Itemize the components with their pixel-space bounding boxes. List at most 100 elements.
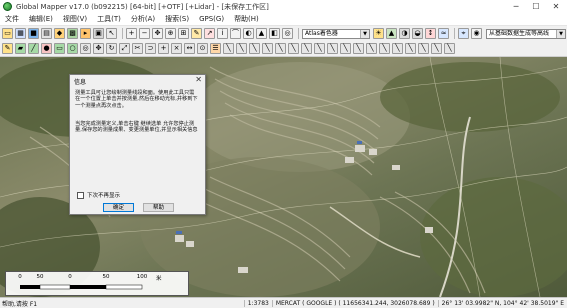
search-input[interactable]: 从基础数据生成等高线 ▼ [486,28,566,39]
line-tool-f-icon[interactable]: ╲ [288,43,299,54]
line-tool-j-icon[interactable]: ╲ [340,43,351,54]
vertical-scale-icon[interactable]: ↕ [425,28,436,39]
attribute-icon[interactable]: ☰ [210,43,221,54]
path-profile-icon[interactable]: ⌒ [230,28,241,39]
gps-target-icon[interactable]: ⌖ [458,28,469,39]
dialog-paragraph-2: 当您完成测量定义,单击右键 继续选单 允许您停止测量,保存您的测量成果、变更测量… [75,121,198,134]
light-icon[interactable]: ☀ [373,28,384,39]
edit-tool-icon[interactable]: ✎ [2,43,13,54]
line-tool-b-icon[interactable]: ╲ [236,43,247,54]
status-scale: 1:3783 [243,299,272,307]
toolbar-separator [454,28,455,39]
line-tool-c-icon[interactable]: ╲ [249,43,260,54]
new-workspace-icon[interactable]: ▦ [15,28,26,39]
config-icon[interactable]: ▣ [93,28,104,39]
menu-view[interactable]: 视图(V) [58,14,92,24]
view-shed-icon[interactable]: ◐ [243,28,254,39]
line-tool-k-icon[interactable]: ╲ [353,43,364,54]
line-tool-d-icon[interactable]: ╲ [262,43,273,54]
snap-icon[interactable]: ⊙ [197,43,208,54]
feature-info-icon[interactable]: i [217,28,228,39]
layer-icon[interactable]: ◆ [54,28,65,39]
measure-icon[interactable]: ↗ [204,28,215,39]
menu-tools[interactable]: 工具(T) [92,14,126,24]
menu-edit[interactable]: 编辑(E) [24,14,58,24]
line-tool-a-icon[interactable]: ╲ [223,43,234,54]
add-vertex-icon[interactable]: + [158,43,169,54]
pan-icon[interactable]: ✥ [152,28,163,39]
split-icon[interactable]: ✂ [132,43,143,54]
pointer-icon[interactable]: ↖ [106,28,117,39]
map-view[interactable]: 信息 ✕ 测量工具可让您绘制测量线段和面。使用此工具只需在一个位置上单击并按测量… [0,57,567,297]
line-tool-r-icon[interactable]: ╲ [444,43,455,54]
zoom-in-icon[interactable]: + [126,28,137,39]
info-dialog: 信息 ✕ 测量工具可让您绘制测量线段和面。使用此工具只需在一个位置上单击并按测量… [69,74,206,215]
shader-select[interactable]: Atlas着色器 ▼ [302,28,370,39]
rotate-feature-icon[interactable]: ↻ [106,43,117,54]
menu-search[interactable]: 搜索(S) [160,14,194,24]
line-tool-e-icon[interactable]: ╲ [275,43,286,54]
3d-view-icon[interactable]: ▲ [256,28,267,39]
maximize-button[interactable]: ☐ [526,0,546,13]
globe-icon [3,2,12,11]
move-feature-icon[interactable]: ✥ [93,43,104,54]
line-tool-h-icon[interactable]: ╲ [314,43,325,54]
export-icon[interactable]: ▸ [80,28,91,39]
line-tool-m-icon[interactable]: ╲ [379,43,390,54]
digitizer-toolbar: ✎ ▰ ╱ ● ▭ ○ ◎ ✥ ↻ ⤢ ✂ ⊃ + × ↔ ⊙ ☰ ╲ ╲ ╲ … [0,41,567,57]
status-help-text: 帮助,请按 F1 [2,300,38,308]
toolbar-separator [122,28,123,39]
checkbox-label: 下次不再显示 [87,193,121,199]
create-point-icon[interactable]: ● [41,43,52,54]
print-icon[interactable]: ▤ [41,28,52,39]
title-bar: Global Mapper v17.0 (b092215) [64-bit] [… [0,0,567,13]
open-folder-icon[interactable]: ▭ [2,28,13,39]
create-rect-icon[interactable]: ▭ [54,43,65,54]
minimize-button[interactable]: ─ [506,0,526,13]
line-tool-g-icon[interactable]: ╲ [301,43,312,54]
move-vertex-icon[interactable]: ↔ [184,43,195,54]
line-tool-p-icon[interactable]: ╲ [418,43,429,54]
help-button[interactable]: 帮助 [143,203,174,212]
line-tool-n-icon[interactable]: ╲ [392,43,403,54]
full-view-icon[interactable]: ⊞ [178,28,189,39]
line-tool-q-icon[interactable]: ╲ [431,43,442,54]
window-title: Global Mapper v17.0 (b092215) [64-bit] [… [16,2,269,11]
close-button[interactable]: ✕ [546,0,566,13]
toolbar-separator [298,28,299,39]
dialog-paragraph-1: 测量工具可让您绘制测量线段和面。使用此工具只需在一个位置上单击并按测量,然后在移… [75,90,198,109]
checkbox-box[interactable] [77,191,84,199]
create-line-icon[interactable]: ╱ [28,43,39,54]
chevron-down-icon: ▼ [360,29,369,38]
contrast-icon[interactable]: ◑ [399,28,410,39]
dialog-close-button[interactable]: ✕ [195,75,202,84]
line-tool-i-icon[interactable]: ╲ [327,43,338,54]
create-range-ring-icon[interactable]: ◎ [80,43,91,54]
image-swipe-icon[interactable]: ◧ [269,28,280,39]
water-level-icon[interactable]: ≈ [438,28,449,39]
dont-show-again-checkbox[interactable]: 下次不再显示 [77,191,120,199]
zoom-box-icon[interactable]: ⊕ [165,28,176,39]
menu-file[interactable]: 文件 [0,14,24,24]
create-circle-icon[interactable]: ○ [67,43,78,54]
create-area-icon[interactable]: ▰ [15,43,26,54]
menu-gps[interactable]: GPS(G) [194,15,229,23]
ok-button[interactable]: 确定 [103,203,134,212]
status-projection: MERCAT ( GOOGLE ) ( 11656341.244, 302607… [271,299,438,307]
tile-icon[interactable]: ▩ [67,28,78,39]
hillshade-icon[interactable]: ◒ [412,28,423,39]
menu-help[interactable]: 帮助(H) [229,14,264,24]
terrain-icon[interactable]: ▲ [386,28,397,39]
delete-vertex-icon[interactable]: × [171,43,182,54]
save-icon[interactable]: ■ [28,28,39,39]
center-gps-icon[interactable]: ◉ [471,28,482,39]
line-tool-o-icon[interactable]: ╲ [405,43,416,54]
scale-bar: 0 50 0 50 100 米 [5,271,189,296]
capture-icon[interactable]: ◎ [282,28,293,39]
line-tool-l-icon[interactable]: ╲ [366,43,377,54]
zoom-out-icon[interactable]: − [139,28,150,39]
join-icon[interactable]: ⊃ [145,43,156,54]
scale-feature-icon[interactable]: ⤢ [119,43,130,54]
digitizer-icon[interactable]: ✎ [191,28,202,39]
menu-analysis[interactable]: 分析(A) [126,14,160,24]
